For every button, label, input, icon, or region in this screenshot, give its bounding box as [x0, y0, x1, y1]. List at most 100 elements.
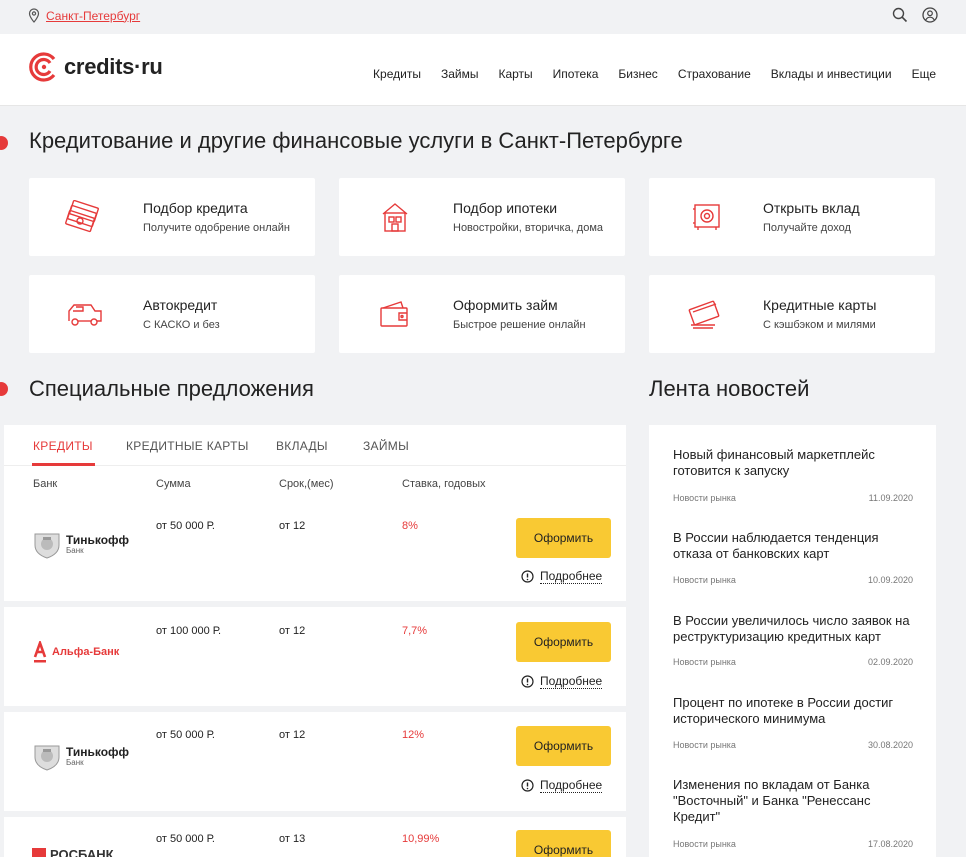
bank-subname: Банк: [66, 546, 84, 555]
tile-open-deposit[interactable]: Открыть вклад Получайте доход: [649, 178, 935, 256]
nav-item-more[interactable]: Еще: [912, 67, 936, 81]
tile-title: Подбор ипотеки: [453, 200, 558, 216]
news-item-date: 10.09.2020: [867, 575, 913, 585]
more-details-link[interactable]: Подробнее: [521, 569, 603, 584]
bank-name: Тинькофф: [66, 533, 130, 547]
tile-car-loan[interactable]: Автокредит С КАСКО и без: [29, 275, 315, 353]
apply-button[interactable]: Оформить: [516, 518, 611, 558]
news-item-date: 02.09.2020: [867, 657, 913, 667]
offer-term: от 12: [279, 729, 306, 741]
news-item-title[interactable]: В России увеличилось число заявок на рес…: [673, 613, 913, 645]
tab-deposits[interactable]: ВКЛАДЫ: [276, 439, 328, 453]
offer-rate: 12%: [402, 729, 425, 741]
nav-item-business[interactable]: Бизнес: [618, 67, 657, 81]
more-details-label: Подробнее: [540, 778, 603, 793]
tile-subtitle: Быстрое решение онлайн: [453, 319, 586, 331]
bank-logo-rosbank: РОСБАНК: [32, 847, 114, 857]
logo-mark-icon: [29, 52, 56, 82]
location-pin-icon: [28, 8, 40, 23]
tab-credits[interactable]: КРЕДИТЫ: [33, 439, 93, 453]
nav-item-mortgage[interactable]: Ипотека: [553, 67, 599, 81]
apply-button[interactable]: Оформить: [516, 622, 611, 662]
card-icon: [688, 300, 720, 329]
user-icon[interactable]: [922, 7, 938, 23]
bank-name: Тинькофф: [66, 745, 130, 759]
nav-item-credits[interactable]: Кредиты: [373, 67, 421, 81]
tab-loans[interactable]: ЗАЙМЫ: [363, 439, 409, 453]
section-marker: [0, 136, 8, 150]
news-item-category: Новости рынка: [673, 575, 736, 585]
tile-credit-selection[interactable]: Подбор кредита Получите одобрение онлайн: [29, 178, 315, 256]
news-item-title[interactable]: Новый финансовый маркетплейс готовится к…: [673, 447, 913, 479]
offers-table-header: Банк Сумма Срок,(мес) Ставка, годовых: [4, 466, 626, 502]
news-item-title[interactable]: Изменения по вкладам от Банка "Восточный…: [673, 777, 888, 825]
tile-mortgage-selection[interactable]: Подбор ипотеки Новостройки, вторичка, до…: [339, 178, 625, 256]
news-title: Лента новостей: [649, 376, 810, 401]
apply-button[interactable]: Оформить: [516, 726, 611, 766]
more-details-link[interactable]: Подробнее: [521, 778, 603, 793]
tab-credit-cards[interactable]: КРЕДИТНЫЕ КАРТЫ: [126, 439, 249, 453]
page-title: Кредитование и другие финансовые услуги …: [29, 128, 683, 153]
tile-credit-cards[interactable]: Кредитные карты С кэшбэком и милями: [649, 275, 935, 353]
offer-term: от 12: [279, 625, 306, 637]
site-header: credits·ru Кредиты Займы Карты Ипотека Б…: [0, 34, 966, 106]
news-feed: Новый финансовый маркетплейс готовится к…: [649, 425, 936, 857]
offer-row: РОСБАНК от 50 000 Р. от 13 10,99% Оформи…: [4, 817, 626, 857]
tile-subtitle: С КАСКО и без: [143, 319, 220, 331]
offer-rate: 10,99%: [402, 833, 440, 845]
main-nav: Кредиты Займы Карты Ипотека Бизнес Страх…: [373, 67, 936, 81]
tile-get-loan[interactable]: Оформить займ Быстрое решение онлайн: [339, 275, 625, 353]
tile-subtitle: Получайте доход: [763, 222, 851, 234]
tile-title: Автокредит: [143, 297, 218, 313]
city-link[interactable]: Санкт-Петербург: [46, 9, 140, 23]
nav-item-insurance[interactable]: Страхование: [678, 67, 751, 81]
more-details-label: Подробнее: [540, 674, 603, 689]
tile-title: Подбор кредита: [143, 200, 248, 216]
safe-icon: [693, 204, 720, 230]
nav-item-loans[interactable]: Займы: [441, 67, 479, 81]
search-icon[interactable]: [892, 7, 908, 23]
offer-term: от 12: [279, 520, 306, 532]
logo[interactable]: credits·ru: [28, 51, 163, 83]
logo-text: credits·ru: [64, 54, 163, 79]
more-details-link[interactable]: Подробнее: [521, 674, 603, 689]
column-rate: Ставка, годовых: [402, 478, 486, 490]
tile-subtitle: С кэшбэком и милями: [763, 319, 876, 331]
offer-sum: от 50 000 Р.: [156, 833, 215, 845]
nav-item-deposits[interactable]: Вклады и инвестиции: [771, 67, 892, 81]
news-item-title[interactable]: Процент по ипотеке в России достиг истор…: [673, 695, 913, 727]
offer-sum: от 50 000 Р.: [156, 520, 215, 532]
rosbank-emblem-icon: [32, 847, 46, 857]
news-item-title[interactable]: В России наблюдается тенденция отказа от…: [673, 530, 913, 562]
more-details-label: Подробнее: [540, 569, 603, 584]
news-item-date: 11.09.2020: [868, 493, 913, 503]
offer-rate: 7,7%: [402, 625, 428, 637]
news-item-date: 30.08.2020: [867, 740, 913, 750]
tile-subtitle: Новостройки, вторичка, дома: [453, 222, 604, 234]
alfa-emblem-icon: [33, 641, 47, 663]
apply-button[interactable]: Оформить: [516, 830, 611, 857]
bank-logo-tinkoff: Тинькофф Банк: [32, 742, 129, 772]
nav-item-cards[interactable]: Карты: [498, 67, 532, 81]
news-item[interactable]: В России увеличилось число заявок на рес…: [673, 613, 913, 667]
city-selector[interactable]: Санкт-Петербург: [28, 8, 140, 23]
column-sum: Сумма: [156, 478, 191, 490]
info-icon: [521, 779, 534, 792]
news-item[interactable]: Изменения по вкладам от Банка "Восточный…: [673, 777, 913, 849]
tile-title: Кредитные карты: [763, 297, 877, 313]
offer-term: от 13: [279, 833, 306, 845]
news-item[interactable]: В России наблюдается тенденция отказа от…: [673, 530, 913, 585]
news-item-category: Новости рынка: [673, 839, 736, 849]
offer-sum: от 50 000 Р.: [156, 729, 215, 741]
section-marker: [0, 382, 8, 396]
offers-title: Специальные предложения: [29, 376, 314, 401]
offer-row: Тинькофф Банк от 50 000 Р. от 12 12% Офор…: [4, 712, 626, 811]
tinkoff-emblem-icon: [34, 533, 60, 559]
top-bar: Санкт-Петербург: [0, 0, 966, 34]
bank-name: РОСБАНК: [50, 847, 114, 857]
news-item[interactable]: Новый финансовый маркетплейс готовится к…: [673, 447, 913, 503]
offer-row: Альфа-Банк от 100 000 Р. от 12 7,7% Офор…: [4, 607, 626, 706]
news-item[interactable]: Процент по ипотеке в России достиг истор…: [673, 695, 913, 750]
tile-subtitle: Получите одобрение онлайн: [143, 222, 290, 234]
offers-tabs: КРЕДИТЫ КРЕДИТНЫЕ КАРТЫ ВКЛАДЫ ЗАЙМЫ: [4, 425, 626, 466]
